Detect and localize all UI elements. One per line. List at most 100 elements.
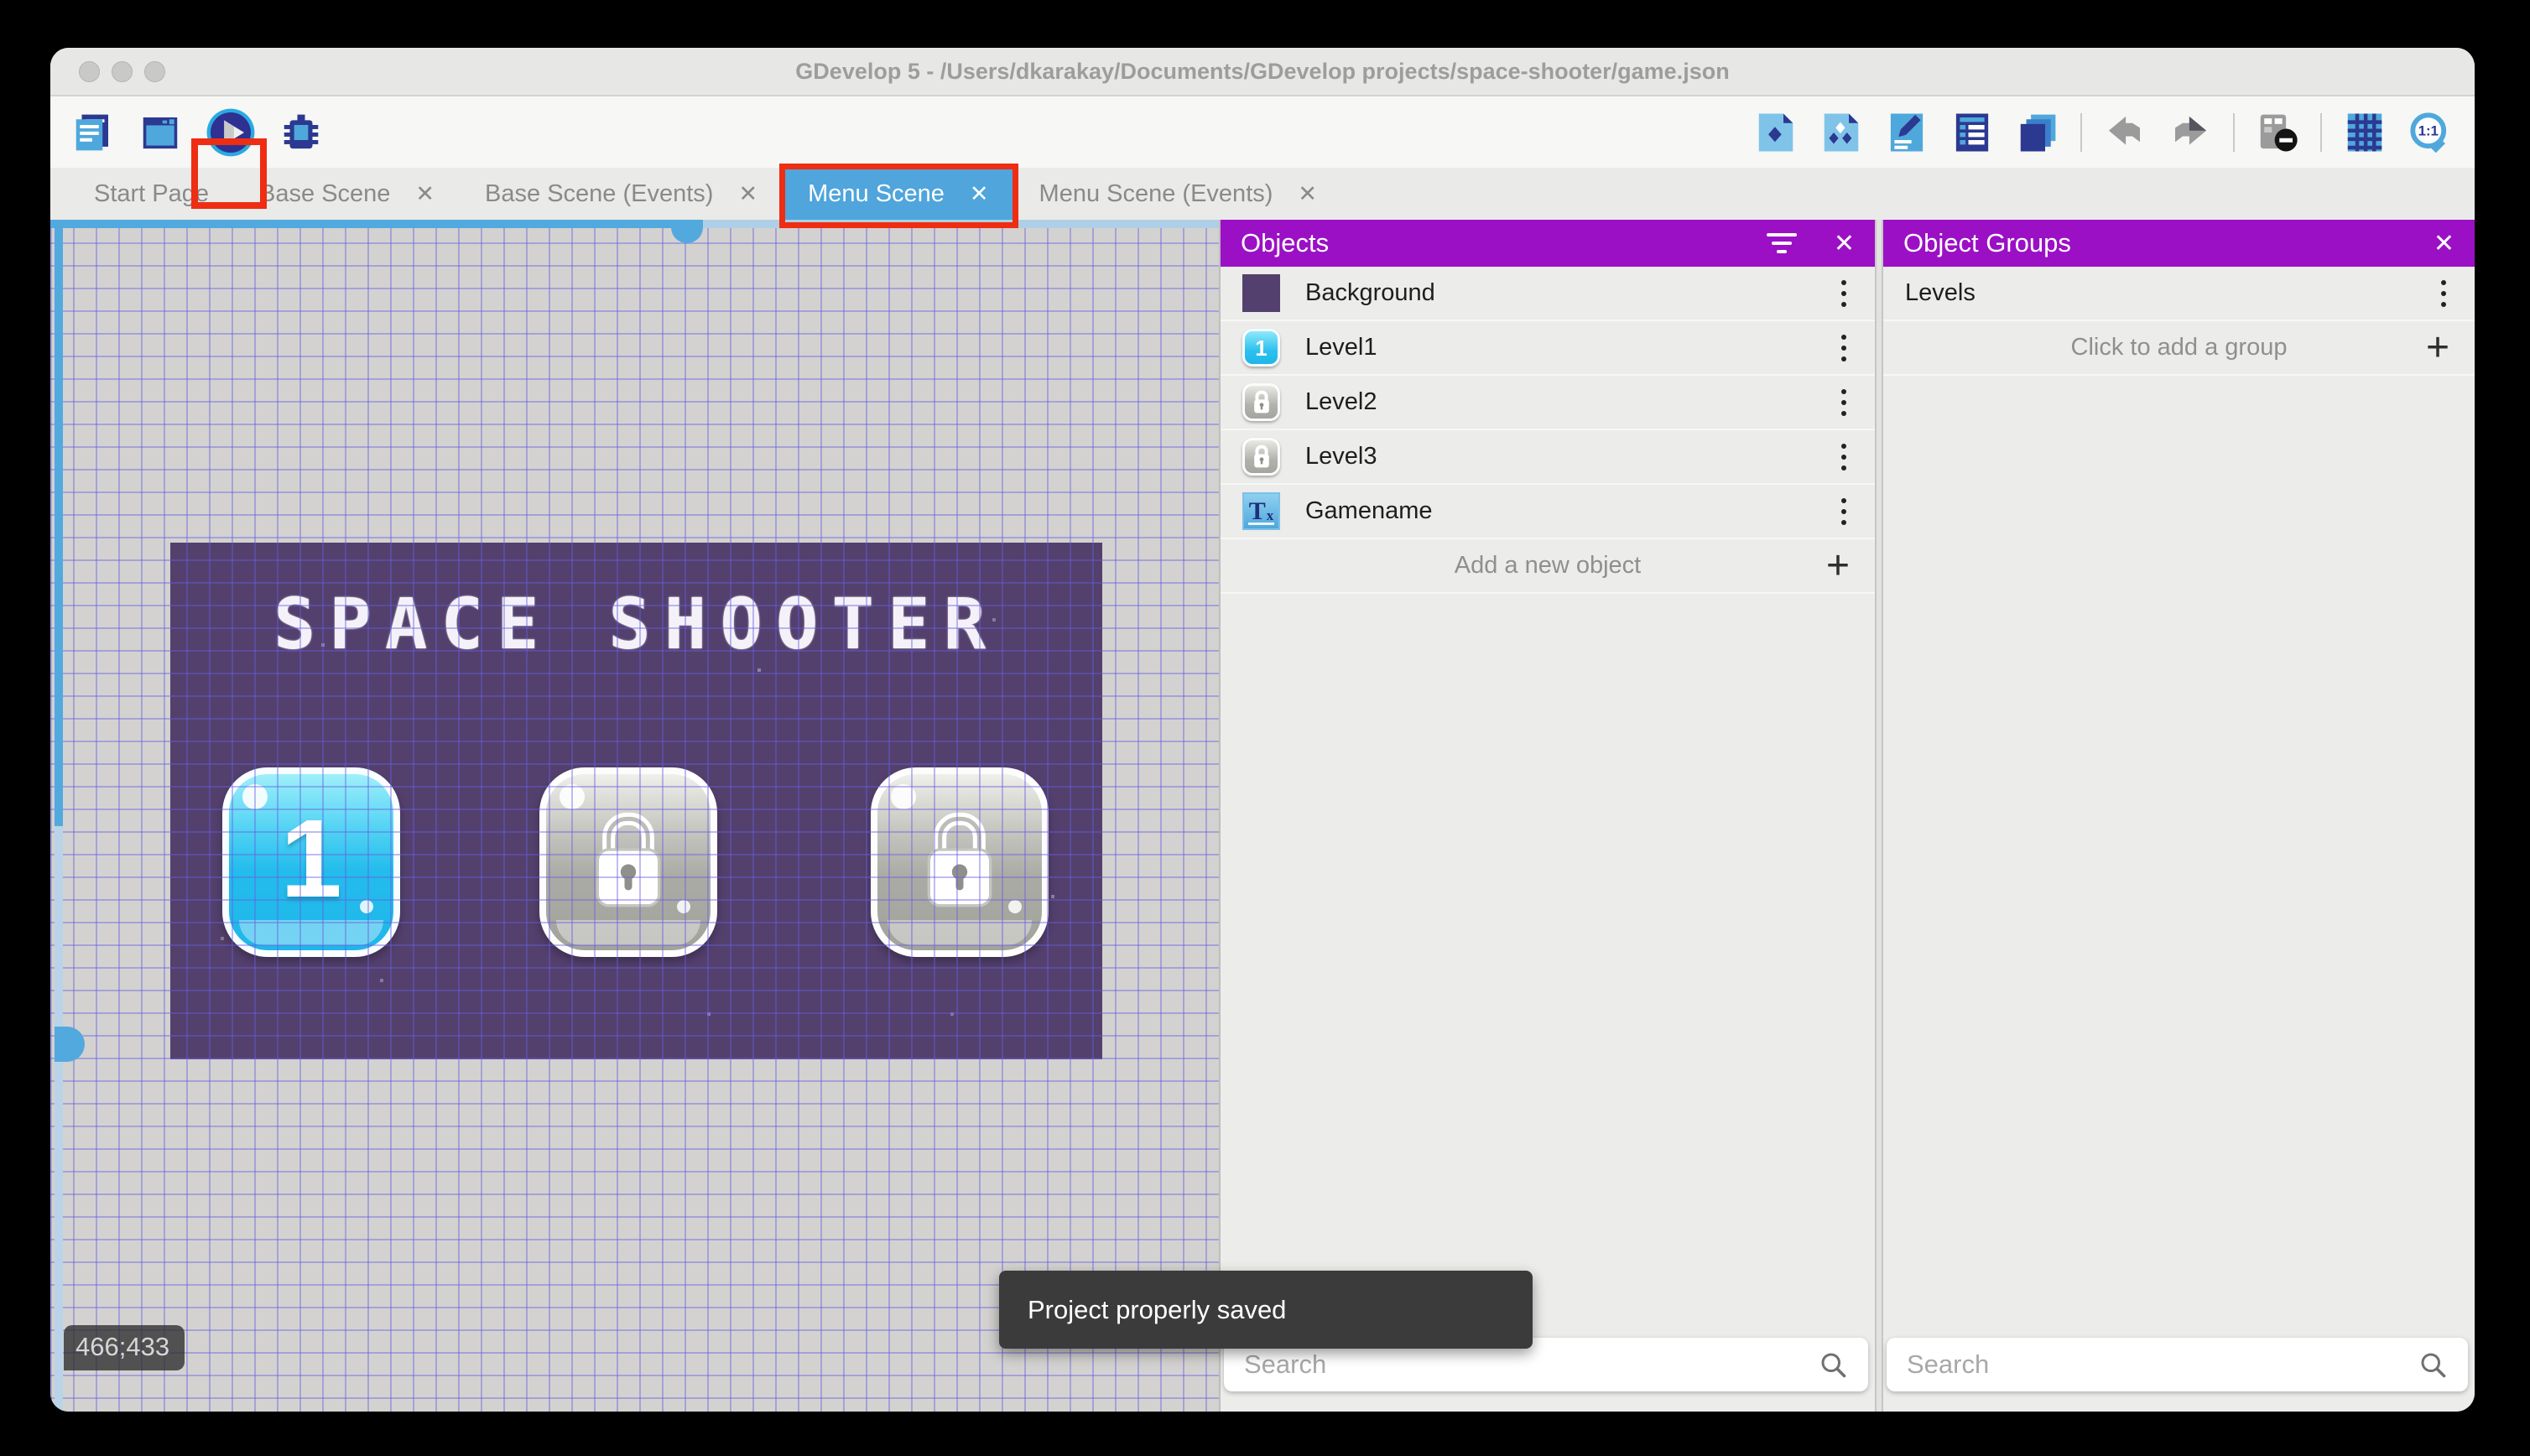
zoom-1-1-icon[interactable]: 1:1 <box>2408 110 2453 155</box>
object-label: Level2 <box>1305 388 1377 415</box>
kebab-menu-icon[interactable] <box>1841 497 1853 525</box>
toolbar-left-group <box>70 96 324 168</box>
render-mask-icon[interactable] <box>2255 110 2300 155</box>
groups-search <box>1887 1338 2468 1391</box>
panel-divider[interactable] <box>1875 220 1883 1412</box>
close-icon[interactable]: ✕ <box>738 182 757 205</box>
filter-icon[interactable] <box>1766 233 1797 253</box>
object-label: Level1 <box>1305 334 1377 361</box>
tab-base-scene-events[interactable]: Base Scene (Events) ✕ <box>460 168 783 220</box>
traffic-lights <box>79 48 165 95</box>
svg-text:1:1: 1:1 <box>2418 122 2439 138</box>
level3-thumbnail <box>1242 438 1280 476</box>
tab-label: Base Scene (Events) <box>485 179 714 207</box>
plus-icon[interactable]: + <box>1826 545 1850 586</box>
tab-start-page[interactable]: Start Page <box>69 168 234 220</box>
scene-title-text[interactable]: SPACE SHOOTER <box>170 583 1102 665</box>
kebab-menu-icon[interactable] <box>1841 443 1853 471</box>
vertical-scrollbar-knob[interactable] <box>55 1027 85 1062</box>
scene-editor-canvas[interactable]: SPACE SHOOTER 1 466;433 <box>50 220 1221 1412</box>
toolbar-divider <box>2320 112 2322 152</box>
lock-icon <box>596 812 661 907</box>
save-toast: Project properly saved <box>999 1271 1533 1349</box>
tab-menu-scene-events[interactable]: Menu Scene (Events) ✕ <box>1014 168 1342 220</box>
tab-label: Menu Scene (Events) <box>1039 179 1273 207</box>
tab-label: Menu Scene <box>808 179 945 207</box>
close-window-button[interactable] <box>79 60 100 82</box>
toolbar: 1:1 <box>50 96 2475 209</box>
properties-panel-icon[interactable] <box>1884 110 1929 155</box>
object-row-level3[interactable]: Level3 <box>1221 430 1875 485</box>
kebab-menu-icon[interactable] <box>2441 279 2453 307</box>
grid-icon[interactable] <box>2342 110 2387 155</box>
add-group-label: Click to add a group <box>2070 334 2288 361</box>
group-label: Levels <box>1905 279 1976 306</box>
kebab-menu-icon[interactable] <box>1841 279 1853 307</box>
horizontal-scrollbar-knob[interactable] <box>671 220 703 243</box>
game-scene-preview[interactable]: SPACE SHOOTER 1 <box>170 543 1102 1059</box>
vertical-scrollbar[interactable] <box>55 220 63 1412</box>
object-row-gamename[interactable]: Tx Gamename <box>1221 485 1875 539</box>
horizontal-scrollbar[interactable] <box>50 220 1219 243</box>
close-icon[interactable]: ✕ <box>415 182 435 205</box>
instances-list-icon[interactable] <box>1950 110 1995 155</box>
plus-icon[interactable]: + <box>2426 327 2449 368</box>
cursor-coordinates: 466;433 <box>64 1325 185 1370</box>
redo-icon[interactable] <box>2168 110 2213 155</box>
level1-button-instance[interactable]: 1 <box>222 767 400 957</box>
titlebar: GDevelop 5 - /Users/dkarakay/Documents/G… <box>50 48 2475 96</box>
level1-thumbnail: 1 <box>1242 329 1280 367</box>
add-object-row[interactable]: Add a new object + <box>1221 539 1875 594</box>
object-label: Gamename <box>1305 497 1433 524</box>
tab-label: Base Scene <box>259 179 391 207</box>
toast-message: Project properly saved <box>1028 1294 1287 1324</box>
objects-panel-title: Objects <box>1241 228 1330 257</box>
minimize-window-button[interactable] <box>112 60 133 82</box>
object-groups-panel-title: Object Groups <box>1903 228 2071 257</box>
kebab-menu-icon[interactable] <box>1841 334 1853 361</box>
objects-search-input[interactable] <box>1244 1349 1818 1380</box>
scene-stars <box>170 543 174 546</box>
background-thumbnail <box>1242 274 1280 312</box>
kebab-menu-icon[interactable] <box>1841 388 1853 416</box>
object-row-background[interactable]: Background <box>1221 267 1875 321</box>
group-row-levels[interactable]: Levels <box>1883 267 2475 321</box>
gdevelop-window: GDevelop 5 - /Users/dkarakay/Documents/G… <box>50 48 2475 1412</box>
toolbar-divider <box>2233 112 2235 152</box>
toolbar-divider <box>2080 112 2082 152</box>
object-label: Level3 <box>1305 443 1377 470</box>
object-groups-panel-icon[interactable] <box>1819 110 1864 155</box>
objects-panel-header: Objects ✕ <box>1221 220 1875 267</box>
close-icon[interactable]: ✕ <box>970 182 989 205</box>
close-icon[interactable]: ✕ <box>2434 229 2455 258</box>
level1-number: 1 <box>280 797 342 920</box>
search-icon <box>2421 1353 2446 1378</box>
debugger-icon[interactable] <box>279 110 324 155</box>
object-groups-panel-header: Object Groups ✕ <box>1883 220 2475 267</box>
objects-panel: Objects ✕ Background 1 Level1 Level2 Lev… <box>1221 220 1875 1412</box>
zoom-window-button[interactable] <box>144 60 165 82</box>
objects-panel-icon[interactable] <box>1753 110 1799 155</box>
undo-icon[interactable] <box>2102 110 2147 155</box>
object-groups-panel: Object Groups ✕ Levels Click to add a gr… <box>1883 220 2475 1412</box>
layers-panel-icon[interactable] <box>2015 110 2060 155</box>
tab-label: Start Page <box>94 179 210 207</box>
close-icon[interactable]: ✕ <box>1298 182 1317 205</box>
window-title: GDevelop 5 - /Users/dkarakay/Documents/G… <box>795 58 1730 84</box>
play-icon[interactable] <box>205 107 257 159</box>
object-row-level1[interactable]: 1 Level1 <box>1221 321 1875 376</box>
add-object-label: Add a new object <box>1454 552 1642 579</box>
add-group-row[interactable]: Click to add a group + <box>1883 321 2475 376</box>
main-content: SPACE SHOOTER 1 466;433 Objects ✕ Backgr… <box>50 220 2475 1412</box>
level2-button-instance[interactable] <box>539 767 717 957</box>
tab-menu-scene[interactable]: Menu Scene ✕ <box>779 164 1018 228</box>
object-row-level2[interactable]: Level2 <box>1221 376 1875 430</box>
close-icon[interactable]: ✕ <box>1834 229 1855 258</box>
groups-search-input[interactable] <box>1907 1349 2418 1380</box>
tab-base-scene[interactable]: Base Scene ✕ <box>234 168 460 220</box>
search-icon <box>1821 1353 1846 1378</box>
scene-editor-icon[interactable] <box>138 110 183 155</box>
screenshot: GDevelop 5 - /Users/dkarakay/Documents/G… <box>0 0 2530 1456</box>
project-manager-icon[interactable] <box>70 110 116 155</box>
level3-button-instance[interactable] <box>871 767 1049 957</box>
